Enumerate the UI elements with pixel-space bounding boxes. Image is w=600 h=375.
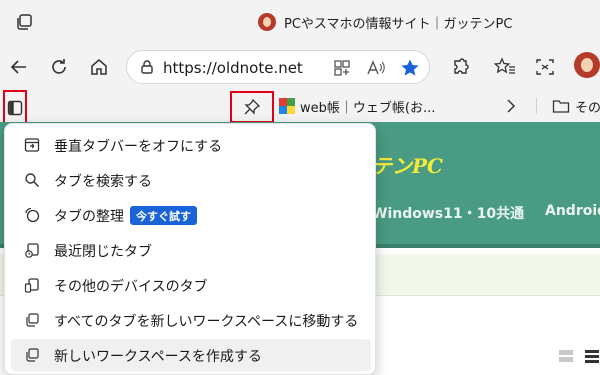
menu-item-organize-tabs[interactable]: タブの整理 今すぐ試す [11, 199, 371, 231]
chevron-right-icon[interactable] [503, 97, 519, 115]
workspace-move-icon [23, 311, 41, 329]
refresh-icon[interactable] [44, 52, 74, 82]
try-now-badge[interactable]: 今すぐ試す [130, 206, 197, 225]
tab-actions-menu: 垂直タブバーをオフにする タブを検索する タブの整理 今すぐ試す 最近閉じたタブ… [4, 123, 376, 375]
favorite-webcho[interactable]: web帳｜ウェブ帳(お... [278, 96, 435, 116]
vertical-tabs-button[interactable] [3, 90, 27, 126]
back-arrow-icon[interactable] [4, 52, 34, 82]
site-brand[interactable]: テンPC [372, 150, 443, 179]
menu-item-label: タブを検索する [54, 174, 152, 190]
recently-closed-icon [23, 241, 41, 259]
menu-item-move-to-workspace[interactable]: すべてのタブを新しいワークスペースに移動する [11, 304, 371, 336]
screenshot-icon[interactable] [530, 52, 560, 82]
grid-view-icon[interactable] [558, 348, 574, 364]
menu-item-search-tabs[interactable]: タブを検索する [11, 164, 371, 196]
menu-item-recently-closed[interactable]: 最近閉じたタブ [11, 234, 371, 266]
other-favorites-folder[interactable]: その他 [552, 96, 600, 116]
webcho-logo-icon [278, 97, 296, 115]
workspaces-icon[interactable] [14, 12, 34, 32]
site-nav-android[interactable]: Android [545, 203, 600, 219]
url-text[interactable]: https://oldnote.net [163, 59, 303, 77]
favorites-icon[interactable] [490, 52, 520, 82]
menu-item-other-devices[interactable]: その他のデバイスのタブ [11, 269, 371, 301]
app-available-icon[interactable] [331, 57, 353, 79]
active-tab-title[interactable]: PCやスマホの情報サイト｜ガッテンPC [258, 12, 512, 32]
menu-item-label: 垂直タブバーをオフにする [54, 139, 223, 155]
home-icon[interactable] [84, 52, 114, 82]
vertical-tabs-icon [7, 100, 23, 116]
favorites-divider [536, 98, 537, 114]
organize-tabs-icon [23, 206, 41, 224]
other-devices-icon [23, 276, 41, 294]
view-toggle [558, 348, 600, 364]
search-icon [23, 171, 41, 189]
profile-avatar[interactable] [574, 52, 600, 78]
menu-item-label: その他のデバイスのタブ [54, 279, 208, 295]
menu-item-label: すべてのタブを新しいワークスペースに移動する [54, 314, 359, 330]
lock-icon[interactable] [139, 59, 155, 75]
favorites-bar: web帳｜ウェブ帳(お... その他 [0, 90, 600, 126]
menu-item-label: 新しいワークスペースを作成する [54, 349, 262, 365]
workspace-create-icon [23, 346, 41, 364]
read-aloud-icon[interactable] [365, 57, 387, 79]
menu-item-turn-off-vertical-tabs[interactable]: 垂直タブバーをオフにする [11, 129, 371, 161]
extensions-icon[interactable] [446, 52, 476, 82]
menu-item-label: タブの整理 [54, 209, 124, 225]
pin-menu-button[interactable] [230, 91, 274, 123]
favorite-star-icon[interactable] [399, 57, 421, 79]
pin-icon [244, 98, 261, 115]
folder-label: その他 [575, 100, 600, 116]
toolbar: https://oldnote.net [0, 44, 600, 90]
menu-item-create-workspace[interactable]: 新しいワークスペースを作成する [11, 339, 371, 371]
site-nav-windows[interactable]: Windows11・10共通 [372, 203, 524, 223]
tab-title-text: PCやスマホの情報サイト｜ガッテンPC [284, 16, 513, 32]
address-bar[interactable]: https://oldnote.net [126, 50, 430, 84]
title-bar: PCやスマホの情報サイト｜ガッテンPC [0, 0, 600, 44]
list-view-icon[interactable] [584, 348, 600, 364]
vertical-tabs-off-icon [23, 136, 41, 154]
menu-item-label: 最近閉じたタブ [54, 244, 152, 260]
favorite-label: web帳｜ウェブ帳(お... [300, 100, 436, 116]
site-favicon-icon [258, 13, 276, 31]
folder-icon [552, 100, 570, 113]
